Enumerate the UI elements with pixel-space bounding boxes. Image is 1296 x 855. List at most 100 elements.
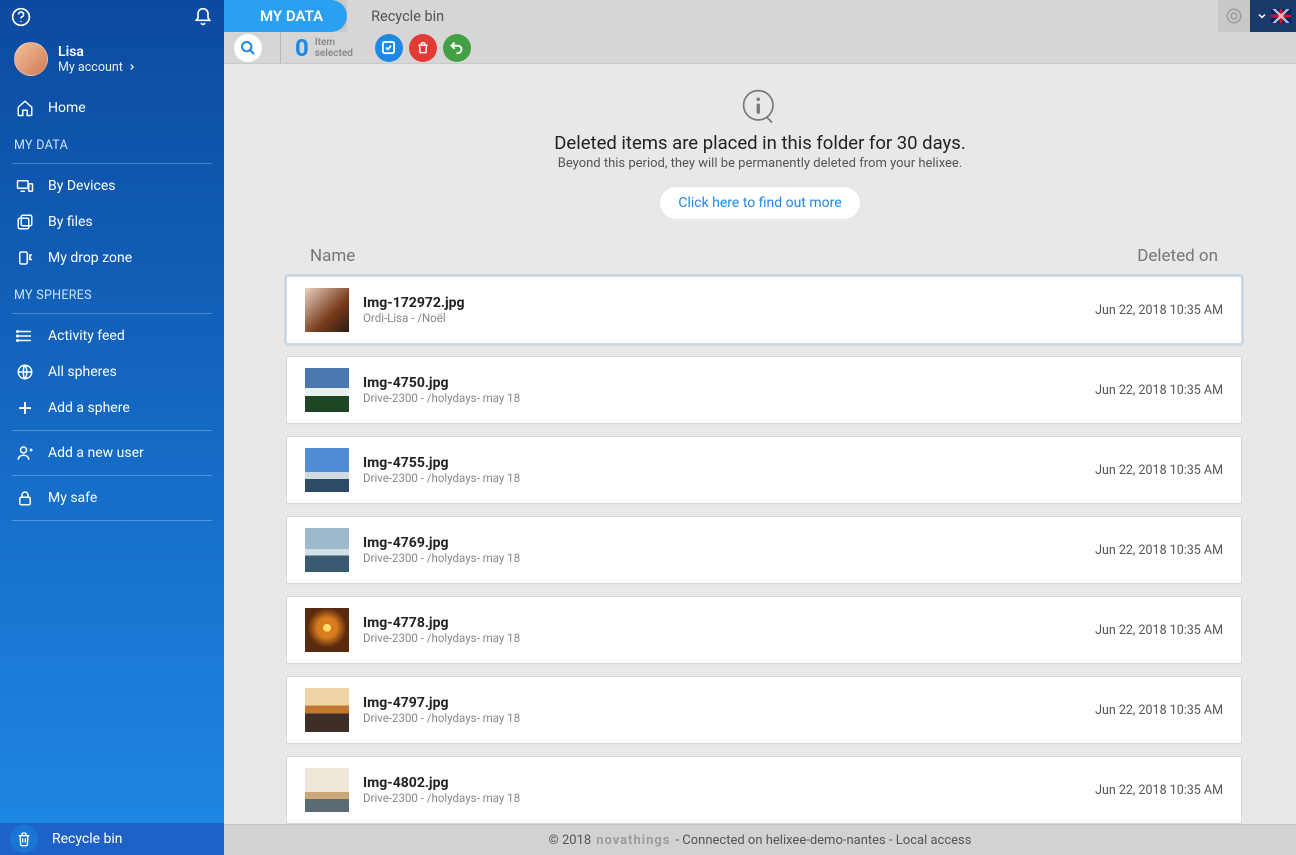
file-name: Img-172972.jpg [363, 295, 1095, 311]
chevron-right-icon [127, 62, 137, 72]
toolbar: 0 Item selected [224, 32, 1296, 64]
thumbnail [305, 288, 349, 332]
file-name: Img-4797.jpg [363, 695, 1095, 711]
file-path: Drive-2300 - /holydays- may 18 [363, 551, 1095, 565]
thumbnail [305, 768, 349, 812]
files-icon [14, 213, 36, 231]
target-icon[interactable] [1218, 0, 1250, 32]
info-title: Deleted items are placed in this folder … [244, 132, 1276, 154]
search-icon [240, 40, 256, 56]
select-all-button[interactable] [375, 34, 403, 62]
home-icon [14, 99, 36, 117]
sidebar-item-label: My drop zone [48, 250, 132, 266]
divider [12, 430, 212, 431]
sidebar-item-label: Add a new user [48, 445, 144, 461]
header-tab[interactable]: MY DATA [224, 0, 347, 32]
file-deleted-date: Jun 22, 2018 10:35 AM [1095, 623, 1223, 638]
account-label: My account [58, 60, 123, 75]
header-row: MY DATA Recycle bin [224, 0, 1296, 32]
flag-uk-icon [1271, 9, 1291, 23]
file-deleted-date: Jun 22, 2018 10:35 AM [1095, 463, 1223, 478]
sidebar-item-allspheres[interactable]: All spheres [0, 354, 224, 390]
file-row[interactable]: Img-4755.jpgDrive-2300 - /holydays- may … [286, 436, 1242, 504]
user-name: Lisa [58, 44, 137, 60]
sidebar-item-activity[interactable]: Activity feed [0, 318, 224, 354]
trash-icon [416, 41, 430, 55]
search-button[interactable] [234, 34, 262, 62]
selection-counter: 0 Item selected [295, 34, 353, 62]
file-name: Img-4755.jpg [363, 455, 1095, 471]
brand-name: novathings [596, 833, 670, 848]
file-deleted-date: Jun 22, 2018 10:35 AM [1095, 383, 1223, 398]
file-path: Drive-2300 - /holydays- may 18 [363, 711, 1095, 725]
footer: © 2018 novathings - Connected on helixee… [224, 824, 1296, 855]
notifications-icon[interactable] [192, 6, 214, 28]
sidebar-item-label: Activity feed [48, 328, 125, 344]
thumbnail [305, 368, 349, 412]
sidebar-item-files[interactable]: By files [0, 204, 224, 240]
help-icon[interactable] [10, 6, 32, 28]
restore-button[interactable] [443, 34, 471, 62]
globe-icon [14, 363, 36, 381]
sidebar-item-devices[interactable]: By Devices [0, 168, 224, 204]
column-headers: Name Deleted on [310, 246, 1218, 266]
sidebar-item-label: By Devices [48, 178, 116, 194]
file-name: Img-4778.jpg [363, 615, 1095, 631]
file-row[interactable]: Img-4797.jpgDrive-2300 - /holydays- may … [286, 676, 1242, 744]
thumbnail [305, 528, 349, 572]
trash-icon [10, 825, 38, 853]
sidebar-item-safe[interactable]: My safe [0, 480, 224, 516]
sidebar-item-label: Add a sphere [48, 400, 130, 416]
lock-icon [14, 489, 36, 507]
col-name: Name [310, 246, 1058, 266]
file-row[interactable]: Img-4769.jpgDrive-2300 - /holydays- may … [286, 516, 1242, 584]
sidebar-item-home[interactable]: Home [0, 90, 224, 126]
sidebar-item-label: All spheres [48, 364, 117, 380]
thumbnail [305, 608, 349, 652]
info-subtitle: Beyond this period, they will be permane… [244, 156, 1276, 171]
file-row[interactable]: Img-4750.jpgDrive-2300 - /holydays- may … [286, 356, 1242, 424]
sidebar: Lisa My account Home MY DATA By Devices … [0, 0, 224, 855]
sidebar-item-addsphere[interactable]: Add a sphere [0, 390, 224, 426]
file-row[interactable]: Img-4802.jpgDrive-2300 - /holydays- may … [286, 756, 1242, 824]
thumbnail [305, 688, 349, 732]
chevron-down-icon [1256, 10, 1268, 22]
file-row[interactable]: Img-172972.jpgOrdi-Lisa - /NoëlJun 22, 2… [286, 276, 1242, 344]
sidebar-item-dropzone[interactable]: My drop zone [0, 240, 224, 276]
language-switcher[interactable] [1250, 0, 1296, 32]
file-name: Img-4750.jpg [363, 375, 1095, 391]
breadcrumb: Recycle bin [347, 0, 1218, 32]
file-deleted-date: Jun 22, 2018 10:35 AM [1095, 783, 1223, 798]
file-row[interactable]: Img-4778.jpgDrive-2300 - /holydays- may … [286, 596, 1242, 664]
sidebar-item-adduser[interactable]: Add a new user [0, 435, 224, 471]
divider [280, 32, 281, 63]
divider [12, 475, 212, 476]
selected-count: 0 [295, 34, 309, 62]
avatar [14, 42, 48, 76]
divider [12, 163, 212, 164]
add-user-icon [14, 444, 36, 462]
delete-button[interactable] [409, 34, 437, 62]
sidebar-item-label: My safe [48, 490, 97, 506]
file-path: Ordi-Lisa - /Noël [363, 311, 1095, 325]
col-deleted: Deleted on [1058, 246, 1218, 266]
sidebar-item-label: Home [48, 100, 86, 116]
file-path: Drive-2300 - /holydays- may 18 [363, 791, 1095, 805]
account-link[interactable]: Lisa My account [0, 34, 224, 90]
file-path: Drive-2300 - /holydays- may 18 [363, 631, 1095, 645]
activity-icon [14, 327, 36, 345]
info-icon [741, 88, 779, 126]
file-deleted-date: Jun 22, 2018 10:35 AM [1095, 303, 1223, 318]
thumbnail [305, 448, 349, 492]
learn-more-link[interactable]: Click here to find out more [659, 186, 860, 220]
file-name: Img-4802.jpg [363, 775, 1095, 791]
check-square-icon [381, 40, 396, 55]
file-path: Drive-2300 - /holydays- may 18 [363, 471, 1095, 485]
divider [12, 313, 212, 314]
recycle-label: Recycle bin [52, 831, 123, 847]
file-name: Img-4769.jpg [363, 535, 1095, 551]
file-deleted-date: Jun 22, 2018 10:35 AM [1095, 703, 1223, 718]
devices-icon [14, 177, 36, 195]
sidebar-recycle-bin[interactable]: Recycle bin [0, 823, 224, 855]
file-list: Img-172972.jpgOrdi-Lisa - /NoëlJun 22, 2… [274, 276, 1254, 824]
